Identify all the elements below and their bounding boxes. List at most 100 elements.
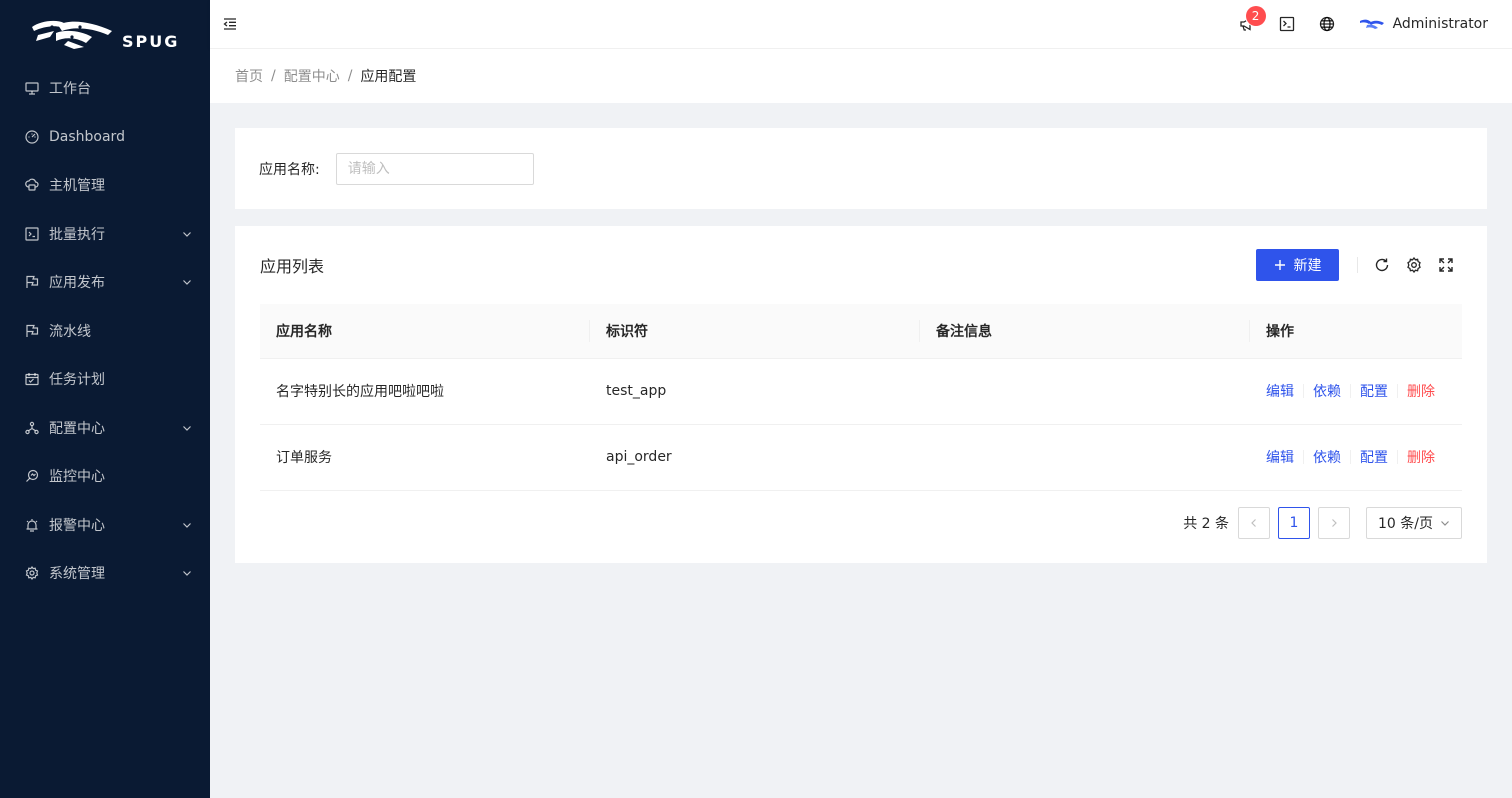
cell-actions: 编辑 依赖 配置 删除 (1250, 358, 1462, 425)
sidebar-item-label: 主机管理 (49, 178, 105, 195)
page-1-button[interactable]: 1 (1278, 506, 1310, 539)
chevron-right-icon (1332, 518, 1337, 527)
sidebar-item-label: 流水线 (49, 323, 91, 340)
language-button[interactable] (1307, 0, 1347, 48)
new-app-button[interactable]: 新建 (1256, 249, 1339, 281)
schedule-icon (24, 371, 40, 387)
cell-app-name: 名字特别长的应用吧啦吧啦 (260, 358, 590, 425)
user-menu[interactable]: Administrator (1359, 16, 1488, 32)
sidebar-item-schedule[interactable]: 任务计划 (0, 355, 210, 404)
monitor-icon (24, 468, 40, 484)
page-size-select[interactable]: 10 条/页 (1366, 506, 1462, 539)
new-app-button-label: 新建 (1293, 258, 1322, 274)
pagination: 共 2 条 1 10 条/页 (260, 506, 1462, 539)
app-name-search-input[interactable] (335, 152, 534, 185)
spug-logo-icon (32, 20, 112, 49)
next-page-button[interactable] (1318, 506, 1350, 539)
top-header: 2 Administrator (210, 0, 1512, 48)
delete-link[interactable]: 删除 (1407, 381, 1435, 401)
sidebar-item-monitor[interactable]: 监控中心 (0, 452, 210, 501)
column-header-desc: 备注信息 (920, 304, 1250, 359)
breadcrumb-current: 应用配置 (360, 69, 417, 85)
user-name: Administrator (1392, 16, 1488, 32)
sidebar-item-alert[interactable]: 报警中心 (0, 501, 210, 550)
plus-icon (1274, 259, 1286, 271)
terminal-icon (1279, 16, 1294, 32)
logo[interactable]: SPUG (0, 0, 210, 68)
config-link[interactable]: 配置 (1360, 381, 1388, 401)
cell-app-name: 订单服务 (260, 424, 590, 491)
table-row: 名字特别长的应用吧啦吧啦 test_app 编辑 依赖 配置 删除 (260, 358, 1462, 425)
edit-link[interactable]: 编辑 (1266, 447, 1294, 467)
chevron-down-icon (182, 568, 192, 578)
dashboard-icon (24, 129, 40, 145)
search-label: 应用名称: (259, 161, 320, 178)
flag-icon (24, 274, 40, 290)
gear-icon (1407, 257, 1421, 273)
column-header-key: 标识符 (590, 304, 920, 359)
sidebar-menu: 工作台 Dashboard 主机管理 批量执行 应用发布 流水线 任务计划 配置… (0, 64, 210, 598)
breadcrumb-home[interactable]: 首页 (235, 66, 263, 86)
sidebar-item-label: 配置中心 (49, 420, 105, 437)
sidebar-item-label: 批量执行 (49, 226, 105, 243)
column-settings-button[interactable] (1398, 249, 1430, 281)
action-divider (1397, 384, 1398, 398)
cell-actions: 编辑 依赖 配置 删除 (1250, 424, 1462, 491)
reload-button[interactable] (1366, 249, 1398, 281)
sidebar-item-label: Dashboard (49, 128, 125, 145)
sidebar-item-config-center[interactable]: 配置中心 (0, 404, 210, 453)
list-header: 应用列表 新建 (260, 226, 1462, 304)
deployment-icon (24, 420, 40, 436)
search-card: 应用名称: (235, 128, 1487, 209)
table-row: 订单服务 api_order 编辑 依赖 配置 删除 (260, 424, 1462, 491)
toolbar-divider (1357, 257, 1358, 273)
sidebar-item-workbench[interactable]: 工作台 (0, 64, 210, 113)
prev-page-button[interactable] (1238, 506, 1270, 539)
fullscreen-icon (1439, 258, 1453, 272)
depend-link[interactable]: 依赖 (1313, 447, 1341, 467)
menu-fold-icon[interactable] (222, 16, 238, 32)
code-icon (24, 226, 40, 242)
edit-link[interactable]: 编辑 (1266, 381, 1294, 401)
sidebar-item-system[interactable]: 系统管理 (0, 549, 210, 598)
sidebar-item-pipeline[interactable]: 流水线 (0, 307, 210, 356)
sidebar-item-deploy[interactable]: 应用发布 (0, 258, 210, 307)
action-divider (1397, 450, 1398, 464)
sidebar-item-dashboard[interactable]: Dashboard (0, 113, 210, 162)
web-terminal-button[interactable] (1267, 0, 1307, 48)
sidebar-item-hosts[interactable]: 主机管理 (0, 161, 210, 210)
action-divider (1303, 384, 1304, 398)
depend-link[interactable]: 依赖 (1313, 381, 1341, 401)
table-header-row: 应用名称 标识符 备注信息 操作 (260, 304, 1462, 359)
header-actions: 2 Administrator (1227, 0, 1512, 48)
column-header-actions: 操作 (1250, 304, 1462, 359)
chevron-down-icon (1441, 520, 1449, 526)
notification-button[interactable]: 2 (1227, 0, 1267, 48)
desktop-icon (24, 80, 40, 96)
globe-icon (1319, 16, 1334, 32)
cloud-server-icon (24, 177, 40, 193)
sidebar-item-label: 系统管理 (49, 566, 105, 583)
chevron-down-icon (182, 277, 192, 287)
breadcrumb-separator: / (347, 68, 353, 84)
sidebar-item-batch[interactable]: 批量执行 (0, 210, 210, 259)
breadcrumb-config-center[interactable]: 配置中心 (284, 66, 340, 86)
cell-app-key: test_app (590, 358, 920, 425)
sidebar-item-label: 监控中心 (49, 469, 105, 486)
sidebar-item-label: 应用发布 (49, 275, 105, 292)
notification-badge: 2 (1245, 6, 1266, 26)
fullscreen-button[interactable] (1430, 249, 1462, 281)
sidebar-item-label: 工作台 (49, 81, 91, 98)
config-link[interactable]: 配置 (1360, 447, 1388, 467)
app-list-card: 应用列表 新建 应用名称 标识符 备注信息 操作 名字特别长的应用吧啦吧啦 te… (235, 226, 1487, 563)
avatar (1359, 19, 1384, 29)
delete-link[interactable]: 删除 (1407, 447, 1435, 467)
cell-app-desc (920, 424, 1250, 491)
list-title: 应用列表 (260, 257, 325, 276)
action-divider (1350, 384, 1351, 398)
breadcrumb-separator: / (271, 68, 276, 84)
breadcrumb: 首页 / 配置中心 / 应用配置 (210, 48, 1512, 103)
sidebar-item-label: 任务计划 (49, 372, 105, 389)
flag-icon (24, 323, 40, 339)
action-divider (1350, 450, 1351, 464)
